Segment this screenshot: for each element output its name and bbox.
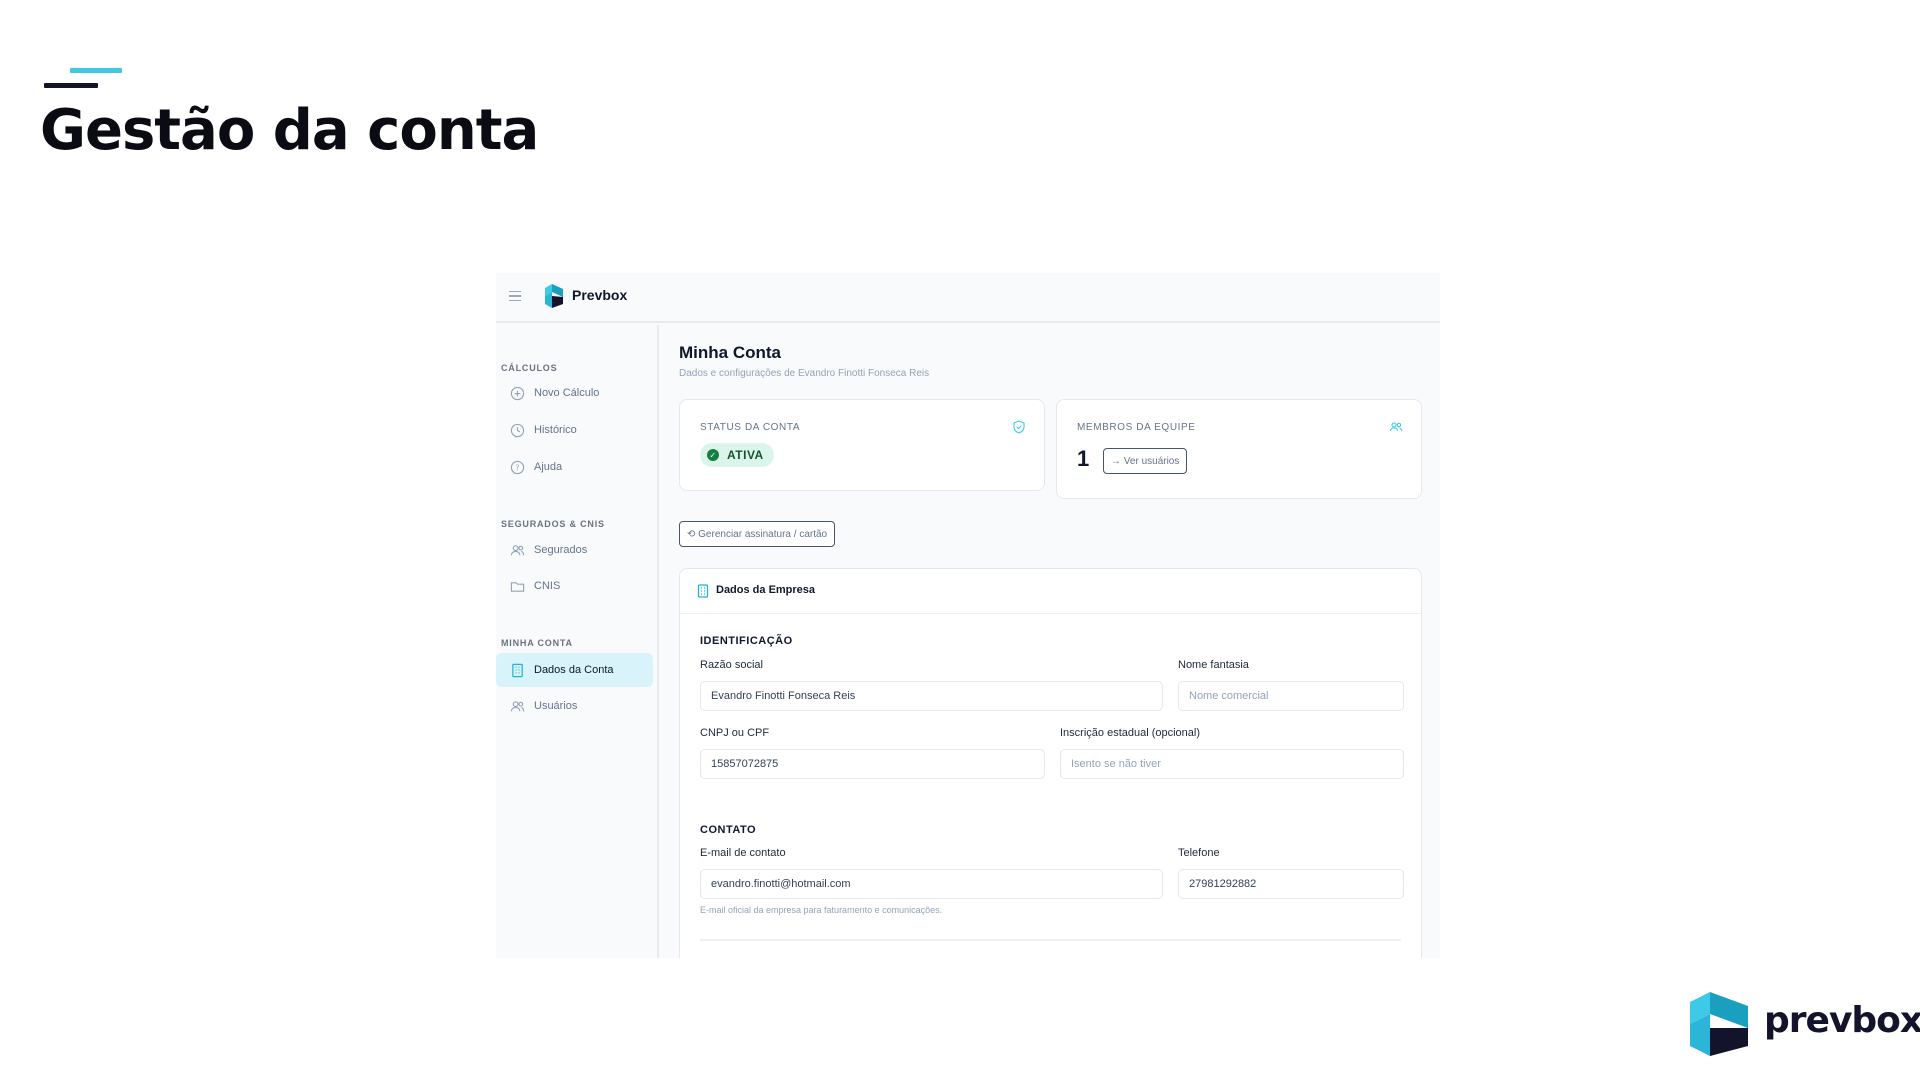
sidebar-section-title: SEGURADOS & CNIS	[501, 519, 605, 529]
users-icon	[1389, 422, 1403, 432]
status-badge: ✓ ATIVA	[700, 443, 774, 467]
sidebar-section-title: CÁLCULOS	[501, 363, 558, 373]
company-card-title: Dados da Empresa	[716, 584, 816, 596]
status-card: STATUS DA CONTA ✓ ATIVA	[679, 399, 1045, 491]
clock-icon	[509, 422, 525, 438]
email-input[interactable]: evandro.finotti@hotmail.com	[700, 869, 1163, 899]
top-bar: Prevbox	[496, 273, 1440, 323]
company-card-header: Dados da Empresa	[680, 569, 1421, 614]
sidebar-item-label: CNIS	[534, 580, 561, 592]
help-circle-icon: ?	[509, 459, 525, 475]
plus-circle-icon	[509, 385, 525, 401]
svg-text:?: ?	[515, 463, 519, 472]
main-content: Minha Conta Dados e configurações de Eva…	[679, 325, 1440, 958]
cnpj-input[interactable]: 15857072875	[700, 749, 1045, 779]
accent-bar-dark	[44, 83, 98, 88]
sidebar-item-label: Segurados	[534, 544, 588, 556]
team-member-count: 1	[1077, 446, 1090, 471]
users-icon	[509, 698, 525, 714]
check-circle-icon: ✓	[707, 449, 719, 461]
hamburger-menu-icon[interactable]	[509, 287, 527, 305]
building-icon	[697, 584, 709, 598]
sidebar: CÁLCULOS Novo Cálculo Histórico ? Ajuda …	[496, 325, 659, 958]
shield-check-icon	[1013, 420, 1025, 434]
contact-heading: CONTATO	[700, 824, 757, 836]
building-icon	[509, 662, 525, 678]
sidebar-item-dados-da-conta[interactable]: Dados da Conta	[496, 653, 653, 687]
view-users-button[interactable]: → Ver usuários	[1103, 448, 1188, 474]
status-card-label: STATUS DA CONTA	[700, 422, 801, 433]
app-screenshot: Prevbox CÁLCULOS Novo Cálculo Histórico …	[496, 273, 1440, 958]
page-subtitle: Dados e configurações de Evandro Finotti…	[679, 368, 930, 379]
page-title: Minha Conta	[679, 343, 781, 362]
nome-fantasia-label: Nome fantasia	[1178, 659, 1249, 671]
sidebar-item-label: Histórico	[534, 424, 577, 436]
prevbox-logo-icon	[545, 284, 563, 308]
cnpj-label: CNPJ ou CPF	[700, 727, 770, 739]
brand-name: prevbox	[1764, 1000, 1920, 1041]
brand-logo: prevbox	[1688, 988, 1920, 1060]
accent-bar-cyan	[70, 68, 122, 73]
sidebar-item-historico[interactable]: Histórico	[496, 413, 653, 447]
nome-fantasia-input[interactable]: Nome comercial	[1178, 681, 1404, 711]
sidebar-item-label: Ajuda	[534, 461, 563, 473]
sidebar-item-cnis[interactable]: CNIS	[496, 569, 653, 603]
inscricao-estadual-label: Inscrição estadual (opcional)	[1060, 727, 1201, 739]
email-help-text: E-mail oficial da empresa para faturamen…	[700, 905, 943, 915]
telefone-input[interactable]: 27981292882	[1178, 869, 1404, 899]
folder-icon	[509, 578, 525, 594]
sidebar-item-label: Dados da Conta	[534, 664, 614, 676]
sidebar-item-label: Usuários	[534, 700, 578, 712]
razao-social-label: Razão social	[700, 659, 763, 671]
manage-subscription-button[interactable]: ⟲ Gerenciar assinatura / cartão	[679, 521, 836, 547]
identification-heading: IDENTIFICAÇÃO	[700, 635, 793, 647]
telefone-label: Telefone	[1178, 847, 1220, 859]
prevbox-logo-icon	[1690, 992, 1748, 1056]
team-card-label: MEMBROS DA EQUIPE	[1077, 422, 1196, 433]
sidebar-item-novo-calculo[interactable]: Novo Cálculo	[496, 376, 653, 410]
sidebar-item-segurados[interactable]: Segurados	[496, 533, 653, 567]
sidebar-section-title: MINHA CONTA	[501, 638, 573, 648]
app-name: Prevbox	[572, 287, 628, 303]
sidebar-item-ajuda[interactable]: ? Ajuda	[496, 450, 653, 484]
razao-social-input[interactable]: Evandro Finotti Fonseca Reis	[700, 681, 1163, 711]
status-badge-text: ATIVA	[727, 448, 764, 462]
email-label: E-mail de contato	[700, 847, 786, 859]
section-divider	[700, 939, 1401, 941]
sidebar-item-label: Novo Cálculo	[534, 387, 600, 399]
slide-title: Gestão da conta	[40, 98, 539, 163]
company-data-card: Dados da Empresa IDENTIFICAÇÃO Razão soc…	[679, 568, 1422, 958]
inscricao-estadual-input[interactable]: Isento se não tiver	[1060, 749, 1404, 779]
users-icon	[509, 542, 525, 558]
sidebar-item-usuarios[interactable]: Usuários	[496, 689, 653, 723]
team-card: MEMBROS DA EQUIPE 1 → Ver usuários	[1056, 399, 1422, 499]
